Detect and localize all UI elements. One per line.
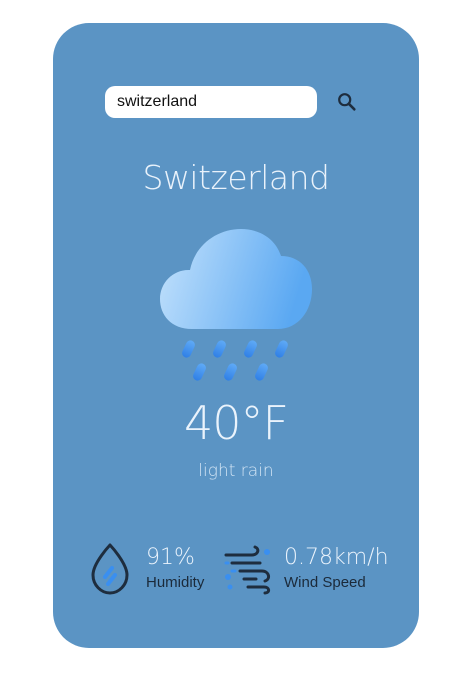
search-bar xyxy=(105,86,365,118)
wind-speed-label: Wind Speed xyxy=(284,574,366,591)
humidity-value: 91% xyxy=(146,545,195,570)
weather-card: Switzerland 40°F light rain xyxy=(53,23,419,648)
wind-icon xyxy=(224,545,271,595)
temperature: 40°F xyxy=(184,396,289,450)
weather-description: light rain xyxy=(198,461,274,481)
rain-cloud-icon xyxy=(160,229,312,381)
humidity-drop-icon xyxy=(91,543,129,595)
wind-speed-value: 0.78km/h xyxy=(284,545,389,570)
search-input[interactable] xyxy=(105,86,317,118)
search-icon xyxy=(338,93,356,111)
city-name: Switzerland xyxy=(142,158,331,197)
weather-stats: 91% Humidity 0.78km/h Wind Speed xyxy=(88,541,398,597)
search-button[interactable] xyxy=(331,86,363,118)
humidity-label: Humidity xyxy=(146,574,205,591)
